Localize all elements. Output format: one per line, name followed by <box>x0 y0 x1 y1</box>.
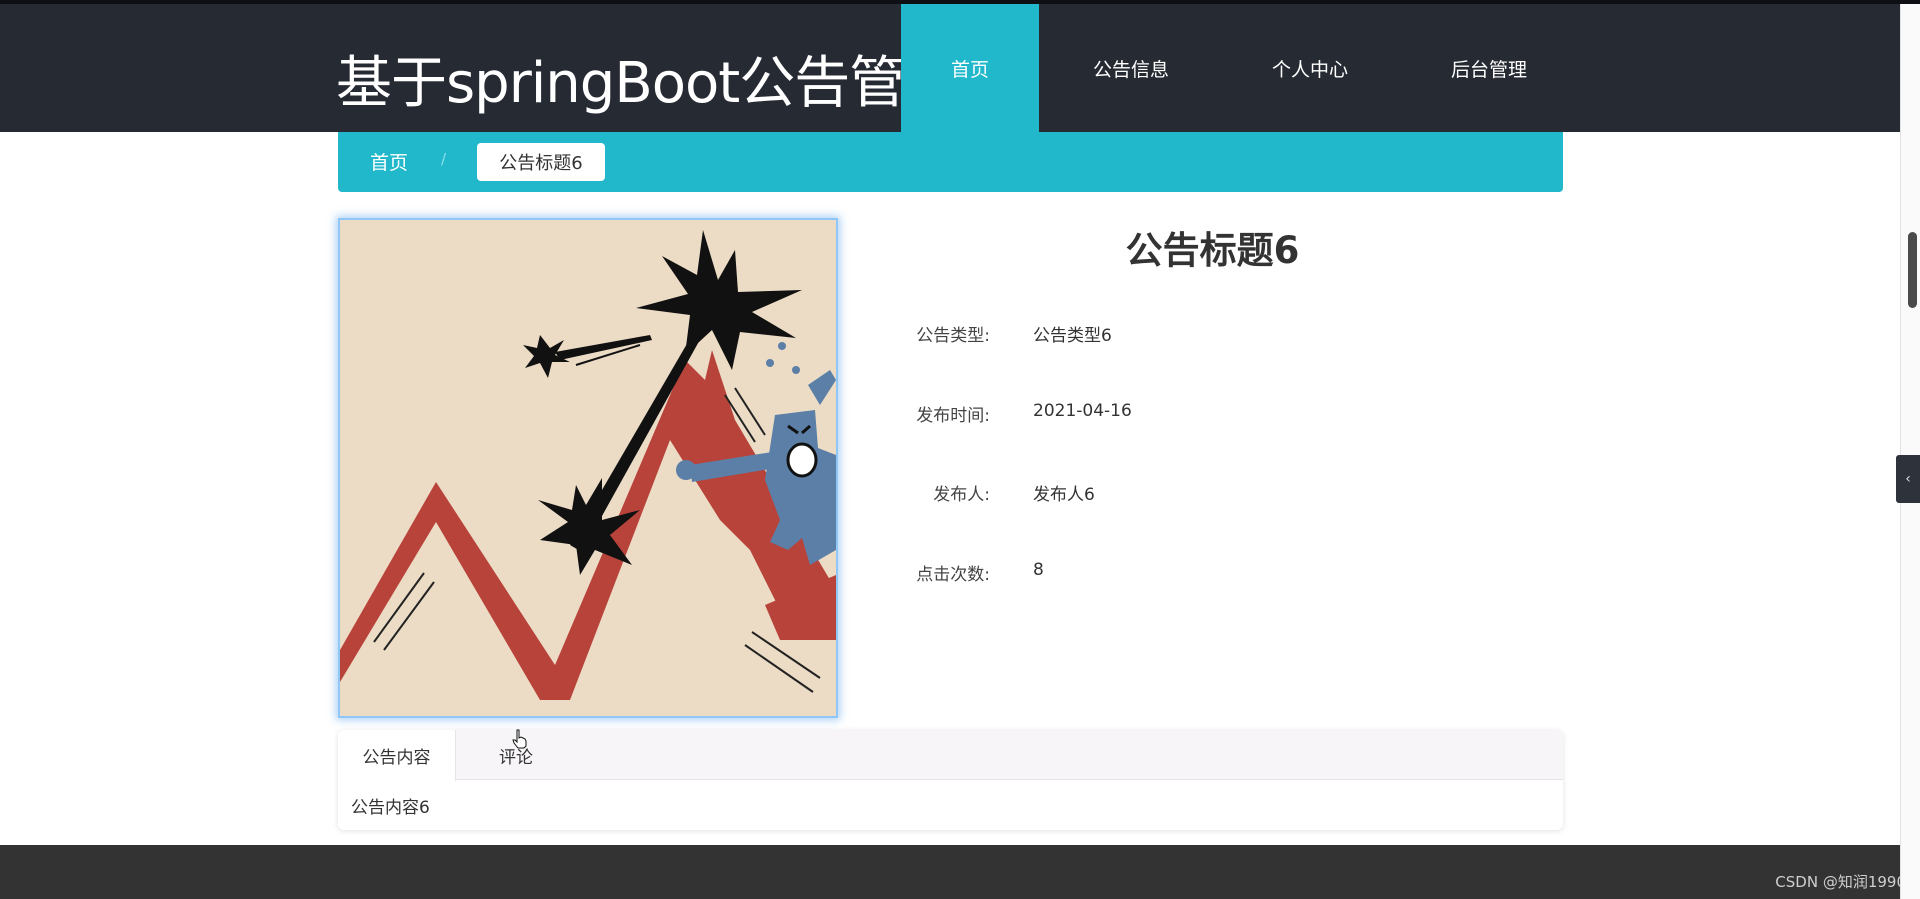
nav-item-admin[interactable]: 后台管理 <box>1397 4 1581 132</box>
page-scrollbar[interactable] <box>1900 4 1920 899</box>
site-title: 基于springBoot公告管理 <box>336 51 960 116</box>
stock-crash-illustration <box>340 220 836 716</box>
field-label-publish-time: 发布时间: <box>916 406 990 426</box>
field-value-click-count: 8 <box>1033 560 1044 580</box>
field-value-publisher: 发布人6 <box>1033 485 1095 505</box>
field-label-publisher: 发布人: <box>933 485 990 505</box>
field-label-type: 公告类型: <box>916 326 990 346</box>
tab-content[interactable]: 公告内容 <box>338 730 456 781</box>
watermark-text: CSDN @知润1990 <box>1775 873 1906 891</box>
breadcrumb-current: 公告标题6 <box>477 143 605 181</box>
nav-item-announcements[interactable]: 公告信息 <box>1039 4 1223 132</box>
breadcrumb: 首页 / 公告标题6 <box>338 132 1563 192</box>
nav-item-home[interactable]: 首页 <box>901 4 1039 132</box>
nav-item-personal-center[interactable]: 个人中心 <box>1223 4 1397 132</box>
announcement-content-text: 公告内容6 <box>351 798 430 818</box>
breadcrumb-separator: / <box>441 150 447 168</box>
announcement-image <box>338 218 838 718</box>
hand-cursor-icon <box>512 729 528 753</box>
announcement-title: 公告标题6 <box>1125 229 1300 272</box>
field-value-publish-time: 2021-04-16 <box>1033 401 1132 421</box>
chevron-left-icon[interactable]: ‹ <box>1896 455 1920 503</box>
main-nav: 首页 公告信息 个人中心 后台管理 <box>901 4 1581 132</box>
site-header: 基于springBoot公告管理 首页 公告信息 个人中心 后台管理 <box>0 4 1900 132</box>
field-label-click-count: 点击次数: <box>916 565 990 585</box>
scrollbar-thumb[interactable] <box>1908 232 1917 308</box>
site-footer <box>0 845 1900 899</box>
breadcrumb-home-link[interactable]: 首页 <box>370 148 408 175</box>
field-value-type: 公告类型6 <box>1033 326 1112 346</box>
